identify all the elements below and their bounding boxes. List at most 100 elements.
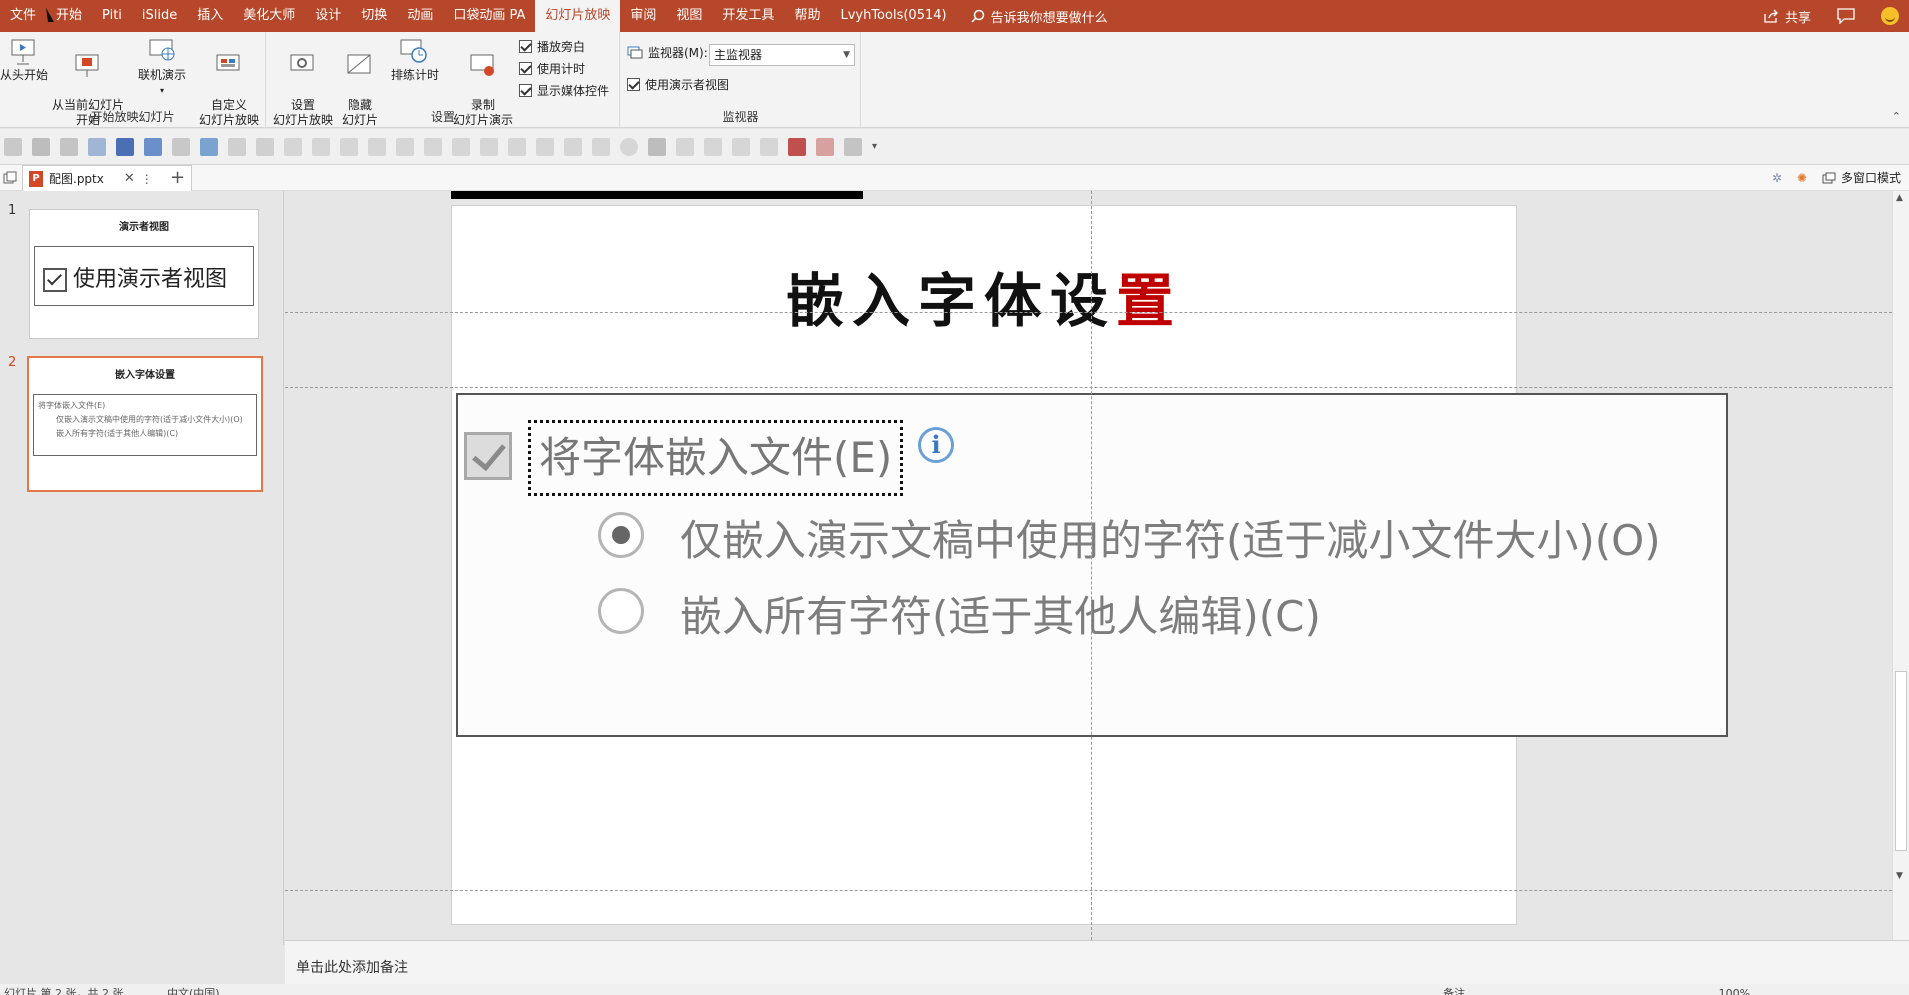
language-status[interactable]: 中文(中国) [167,987,220,995]
rotate-icon[interactable] [676,137,694,156]
comment-icon[interactable] [1837,8,1855,24]
format-painter-icon[interactable] [4,137,22,156]
circle-icon[interactable] [620,137,638,156]
star-icon[interactable] [228,137,246,156]
tell-me-box[interactable]: 告诉我你想要做什么 [971,7,1108,26]
save-icon[interactable] [116,137,134,156]
current-slide[interactable]: 嵌入字体设置 将字体嵌入文件(E) i 仅嵌入演示文稿中使用的字符(适于减小文件… [451,205,1728,925]
align-right-icon[interactable] [340,137,358,156]
menubar-right: 共享 [1763,0,1909,32]
slide-title[interactable]: 嵌入字体设置 [452,254,1516,338]
ungroup-icon[interactable] [508,137,526,156]
monitor-select[interactable]: 主监视器 ▼ [709,44,855,66]
picture-icon[interactable] [816,137,834,156]
menu-developer[interactable]: 开发工具 [712,0,784,32]
info-icon: i [918,427,954,463]
eyedropper-icon[interactable] [704,137,722,156]
horizontal-guide-2[interactable] [285,387,1892,388]
menu-bar: 文件 开始 Piti iSlide 插入 美化大师 设计 切换 动画 口袋动画 … [0,0,1909,32]
menu-beautify[interactable]: 美化大师 [233,0,305,32]
monitor-icon [627,46,643,58]
brush-icon[interactable] [760,137,778,156]
undo-icon[interactable] [144,137,162,156]
menu-lvyhtools[interactable]: LvyhTools(0514) [830,0,956,32]
rehearse-timings-button[interactable]: 排练计时 [387,38,443,83]
align-middle-icon[interactable] [396,137,414,156]
quick-toolbar: ▾ [0,129,1909,165]
grid-icon[interactable] [788,137,806,156]
zoom-level[interactable]: 100% [1719,987,1750,995]
align-center-icon[interactable] [312,137,330,156]
select-icon[interactable] [60,137,78,156]
send-backward-icon[interactable] [592,137,610,156]
tab-list-icon[interactable] [3,171,17,185]
menu-design[interactable]: 设计 [305,0,351,32]
vertical-scrollbar[interactable]: ▲ ▼ [1892,191,1909,940]
share-label: 共享 [1784,10,1811,26]
align-top-icon[interactable] [368,137,386,156]
new-tab-icon[interactable]: + [170,167,185,188]
align-left-icon[interactable] [284,137,302,156]
menu-transitions[interactable]: 切换 [351,0,397,32]
align-bottom-icon[interactable] [424,137,442,156]
embed-fonts-image[interactable]: 将字体嵌入文件(E) i 仅嵌入演示文稿中使用的字符(适于减小文件大小)(O) … [456,393,1728,737]
menu-piti[interactable]: Piti [92,0,132,32]
collapse-ribbon-icon[interactable]: ⌃ [1892,110,1901,123]
horizontal-guide-1[interactable] [285,312,1892,313]
show-media-controls-checkbox[interactable]: 显示媒体控件 [519,82,609,99]
menu-pocket-animation[interactable]: 口袋动画 PA [443,0,535,32]
show-media-controls-label: 显示媒体控件 [537,84,610,98]
group-label-monitors: 监视器 [722,110,759,124]
scrollbar-thumb[interactable] [1895,671,1907,851]
menu-islide[interactable]: iSlide [132,0,187,32]
share-icon [1764,9,1778,23]
menu-slideshow[interactable]: 幻灯片放映 [535,0,621,32]
slide-thumbnail-2[interactable]: 嵌入字体设置 将字体嵌入文件(E) 仅嵌入演示文稿中使用的字符(适于减小文件大小… [27,356,263,492]
menu-insert[interactable]: 插入 [187,0,233,32]
online-present-button[interactable]: 联机演示 ▾ [134,38,190,98]
copy-icon[interactable] [32,137,50,156]
group-icon[interactable] [480,137,498,156]
vertical-guide[interactable] [1091,191,1092,940]
thumb1-checkbox-icon [43,268,67,292]
bring-forward-icon[interactable] [564,137,582,156]
multi-window-mode-button[interactable]: ✲ ✺ 多窗口模式 [1772,169,1901,186]
pen-icon[interactable] [732,137,750,156]
share-button[interactable]: 共享 [1763,7,1811,26]
presenter-view-checkbox[interactable]: 使用演示者视图 [627,76,729,93]
mouse-cursor-icon [46,8,60,22]
slide-thumbnail-1[interactable]: 演示者视图 使用演示者视图 [29,209,259,339]
notes-toggle[interactable]: 备注 [1443,987,1465,995]
menu-file[interactable]: 文件 [0,0,46,32]
thumb2-box: 将字体嵌入文件(E) 仅嵌入演示文稿中使用的字符(适于减小文件大小)(O) 嵌入… [33,394,257,456]
tab-more-icon[interactable]: ⋮ [141,172,153,186]
menu-view[interactable]: 视图 [666,0,712,32]
use-timings-checkbox[interactable]: 使用计时 [519,60,585,77]
document-tab-name: 配图.pptx [49,172,104,186]
pin-icon[interactable]: ✲ [1772,171,1782,185]
shape-icon[interactable] [200,137,218,156]
settings-gear-icon[interactable]: ✺ [1797,171,1807,185]
scroll-down-icon[interactable]: ▼ [1896,871,1903,881]
scroll-up-icon[interactable]: ▲ [1896,193,1903,203]
horizontal-guide-3[interactable] [285,890,1892,891]
play-narration-checkbox[interactable]: 播放旁白 [519,38,585,55]
customize-toolbar-icon[interactable]: ▾ [872,141,877,152]
document-tab[interactable]: P 配图.pptx ✕ ⋮ [22,165,192,191]
feedback-smiley-icon[interactable] [1881,7,1899,25]
merge-shapes-icon[interactable] [536,137,554,156]
menu-animations[interactable]: 动画 [397,0,443,32]
embed-fonts-label: 将字体嵌入文件(E) [528,420,904,496]
link-icon[interactable] [88,137,106,156]
menu-help[interactable]: 帮助 [784,0,830,32]
distribute-icon[interactable] [452,137,470,156]
from-beginning-button[interactable]: 从头开始 [0,38,48,83]
stamp-icon[interactable] [844,137,862,156]
textbox-icon[interactable] [172,137,190,156]
effects-icon[interactable] [256,137,274,156]
menu-review[interactable]: 审阅 [620,0,666,32]
crop-icon[interactable] [648,137,666,156]
notes-pane[interactable]: 单击此处添加备注 [285,940,1909,984]
close-tab-icon[interactable]: ✕ [124,171,135,186]
document-tab-strip: P 配图.pptx ✕ ⋮ + ✲ ✺ 多窗口模式 [0,165,1909,191]
